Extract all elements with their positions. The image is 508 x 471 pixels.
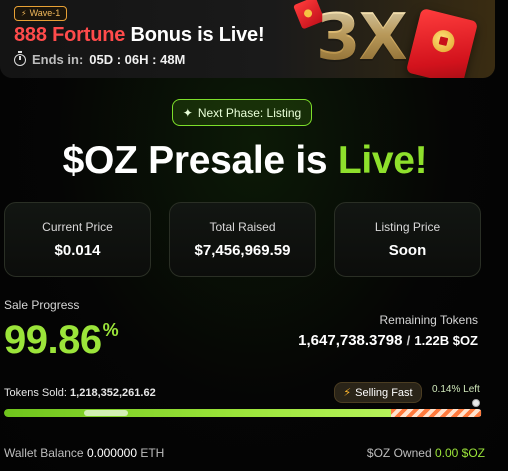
total-raised-label: Total Raised: [209, 220, 276, 234]
bolt-icon: ⚡: [343, 387, 352, 399]
tokens-sold-label: Tokens Sold:: [4, 387, 67, 399]
current-price-value: $0.014: [54, 242, 101, 259]
oz-owned-label: $OZ Owned: [366, 446, 432, 460]
wallet-balance: Wallet Balance 0.000000 ETH: [4, 446, 164, 460]
remaining-tokens: 1,647,738.3798 / 1.22B $OZ: [298, 332, 478, 349]
sale-progress-percent: 99.86%: [4, 318, 119, 363]
tokens-sold-value: 1,218,352,261.62: [70, 387, 156, 399]
banner-title-rest: Bonus is Live!: [130, 24, 265, 46]
current-price-label: Current Price: [42, 220, 113, 234]
progress-hot-segment: [391, 409, 481, 417]
selling-fast-label: Selling Fast: [355, 386, 413, 399]
timer-icon: [14, 50, 26, 66]
remaining-tokens-total: 1.22B $OZ: [414, 333, 478, 348]
percent-sign: %: [102, 320, 119, 340]
coin-icon: [430, 27, 457, 55]
page-title: $OZ Presale is Live!: [0, 139, 490, 183]
countdown-row: Ends in: 05D : 06H : 48M: [14, 50, 186, 67]
red-envelope-icon: [405, 7, 479, 78]
listing-price-value: Soon: [388, 242, 427, 259]
oz-owned: $OZ Owned 0.00 $OZ: [367, 446, 485, 460]
wallet-balance-value: 0.000000: [86, 446, 137, 460]
listing-price-label: Listing Price: [374, 220, 441, 234]
sale-progress-fill: [4, 409, 391, 417]
promo-banner[interactable]: ⚡ Wave-1 888 Fortune Bonus is Live! Ends…: [0, 0, 495, 78]
next-phase-badge: ✦ Next Phase: Listing: [172, 99, 312, 126]
oz-owned-value: 0.00 $OZ: [434, 446, 485, 460]
next-phase-label: Next Phase: Listing: [197, 105, 302, 120]
bonus-multiplier: 3X: [316, 1, 408, 75]
banner-title-accent: 888 Fortune: [14, 24, 126, 46]
wallet-balance-unit: ETH: [140, 446, 165, 460]
ends-label: Ends in:: [32, 52, 84, 67]
remaining-tokens-label: Remaining Tokens: [379, 313, 478, 327]
wallet-balance-label: Wallet Balance: [4, 446, 84, 460]
listing-price-card: Listing Price Soon: [334, 202, 481, 277]
current-price-card: Current Price $0.014: [4, 202, 151, 277]
total-raised-value: $7,456,969.59: [194, 242, 291, 259]
sale-progress-value: 99.86: [4, 318, 102, 362]
tokens-sold: Tokens Sold: 1,218,352,261.62: [4, 387, 156, 399]
banner-title: 888 Fortune Bonus is Live!: [14, 24, 265, 47]
tokens-left-percent: 0.14% Left: [432, 384, 480, 395]
sale-progress-label: Sale Progress: [4, 298, 80, 312]
progress-end-marker: [472, 399, 480, 407]
sparkle-icon: ✦: [182, 105, 193, 120]
wave-badge: ⚡ Wave-1: [14, 6, 68, 21]
total-raised-card: Total Raised $7,456,969.59: [169, 202, 316, 277]
bolt-icon: ⚡: [21, 9, 27, 18]
progress-highlight: [84, 410, 128, 416]
page-title-prefix: $OZ Presale is: [62, 139, 328, 182]
selling-fast-badge: ⚡ Selling Fast: [334, 382, 422, 403]
page-title-highlight: Live!: [337, 139, 428, 182]
sale-progress-bar: [4, 409, 482, 417]
countdown-value: 05D : 06H : 48M: [89, 52, 186, 67]
remaining-separator: /: [406, 333, 411, 348]
remaining-tokens-value: 1,647,738.3798: [298, 332, 403, 349]
wave-label: Wave-1: [29, 8, 61, 18]
